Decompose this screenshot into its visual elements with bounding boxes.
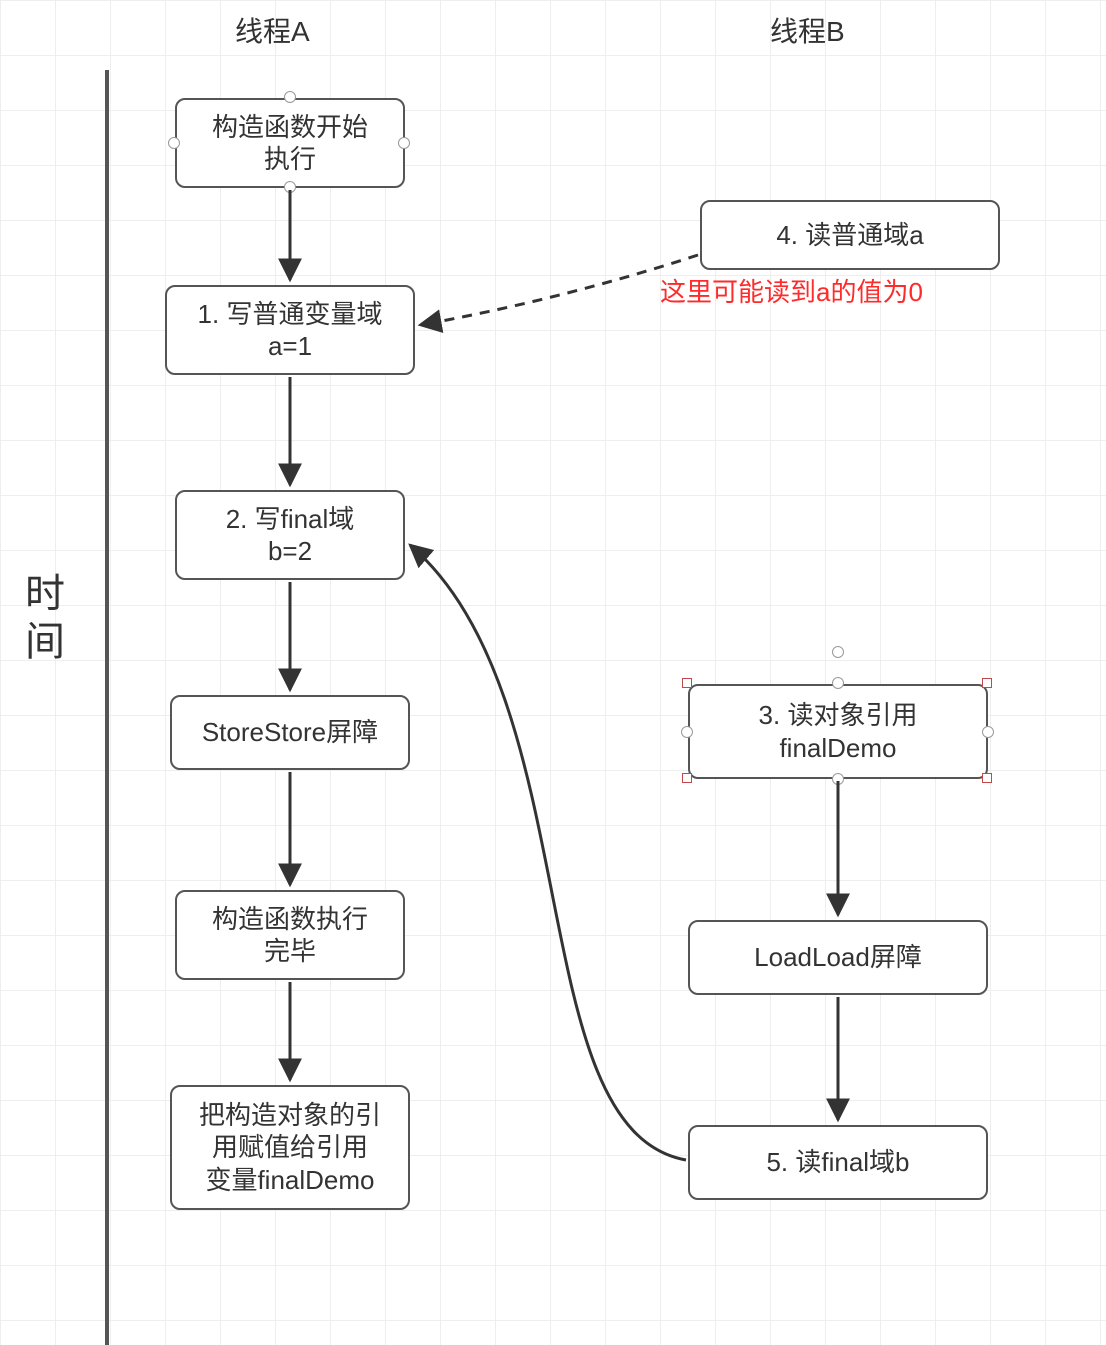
handle-square (682, 773, 692, 783)
diagram-canvas: 线程A 线程B 时 间 构造函数开始 执行 1. 写普通变量域 a=1 2. 写… (0, 0, 1106, 1345)
node-storestore-barrier[interactable]: StoreStore屏障 (170, 695, 410, 770)
node-read-ref[interactable]: 3. 读对象引用 finalDemo (688, 684, 988, 779)
header-thread-b: 线程B (770, 10, 845, 50)
time-axis-line (105, 70, 109, 1345)
handle-square (982, 678, 992, 688)
handle-circle (832, 677, 844, 689)
handle-circle (832, 773, 844, 785)
handle-square (982, 773, 992, 783)
time-axis-label: 时 间 (25, 570, 65, 666)
handle-circle (681, 726, 693, 738)
handle-circle (284, 91, 296, 103)
header-thread-a: 线程A (235, 10, 310, 50)
node-write-b-final[interactable]: 2. 写final域 b=2 (175, 490, 405, 580)
handle-circle (832, 646, 844, 658)
node-constructor-start[interactable]: 构造函数开始 执行 (175, 98, 405, 188)
handle-circle (982, 726, 994, 738)
node-read-a[interactable]: 4. 读普通域a (700, 200, 1000, 270)
handle-circle (168, 137, 180, 149)
handle-circle (398, 137, 410, 149)
node-constructor-end[interactable]: 构造函数执行 完毕 (175, 890, 405, 980)
node-write-a[interactable]: 1. 写普通变量域 a=1 (165, 285, 415, 375)
node-read-b-final[interactable]: 5. 读final域b (688, 1125, 988, 1200)
handle-circle (284, 181, 296, 193)
node-assign-ref[interactable]: 把构造对象的引 用赋值给引用 变量finalDemo (170, 1085, 410, 1210)
node-loadload-barrier[interactable]: LoadLoad屏障 (688, 920, 988, 995)
handle-square (682, 678, 692, 688)
note-read-a-zero: 这里可能读到a的值为0 (660, 272, 923, 309)
